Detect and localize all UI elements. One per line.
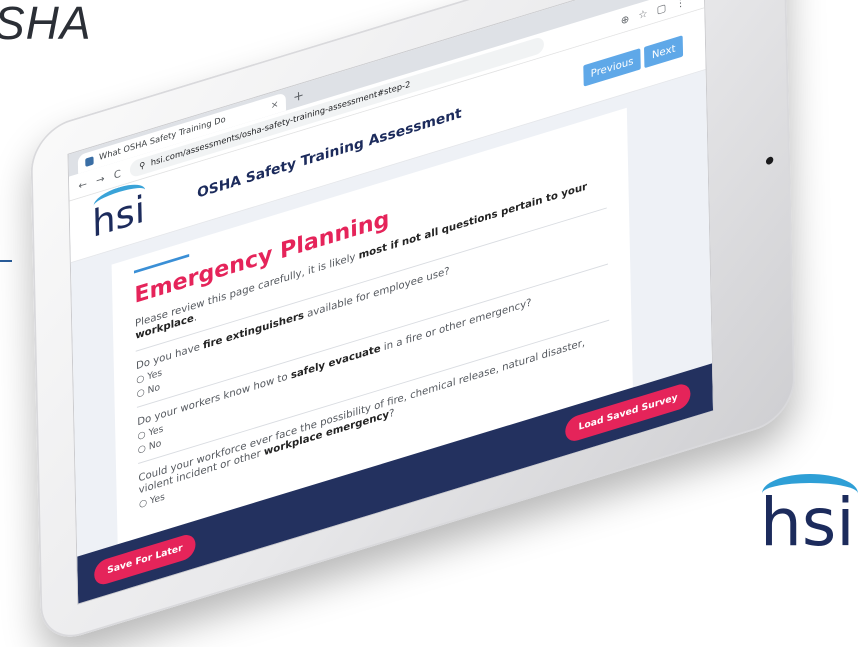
hsi-logo[interactable]: hsi <box>92 179 161 246</box>
forward-icon[interactable]: → <box>96 172 105 187</box>
tablet: What OSHA Safety Training Do × + –□✕ ← →… <box>30 0 832 647</box>
back-icon[interactable]: ← <box>78 177 87 192</box>
favicon-icon <box>85 155 94 167</box>
site-info-icon[interactable]: ⚲ <box>139 161 145 172</box>
tab-close-icon[interactable]: × <box>271 99 279 111</box>
tablet-frame: What OSHA Safety Training Do × + –□✕ ← →… <box>30 0 796 647</box>
new-tab-button[interactable]: + <box>293 88 304 106</box>
next-button[interactable]: Next <box>644 34 684 68</box>
reload-icon[interactable]: C <box>114 167 121 181</box>
save-for-later-button[interactable]: Save For Later <box>94 531 196 588</box>
camera-dot <box>765 155 774 166</box>
tablet-wrapper: What OSHA Safety Training Do × + –□✕ ← →… <box>20 0 864 647</box>
tablet-screen: What OSHA Safety Training Do × + –□✕ ← →… <box>67 0 714 605</box>
background-rule <box>0 260 12 262</box>
step-navigation: Previous Next <box>583 34 684 87</box>
corner-hsi-logo: hsi <box>756 468 864 570</box>
corner-logo-text: hsi <box>760 484 855 561</box>
previous-button[interactable]: Previous <box>583 47 642 87</box>
